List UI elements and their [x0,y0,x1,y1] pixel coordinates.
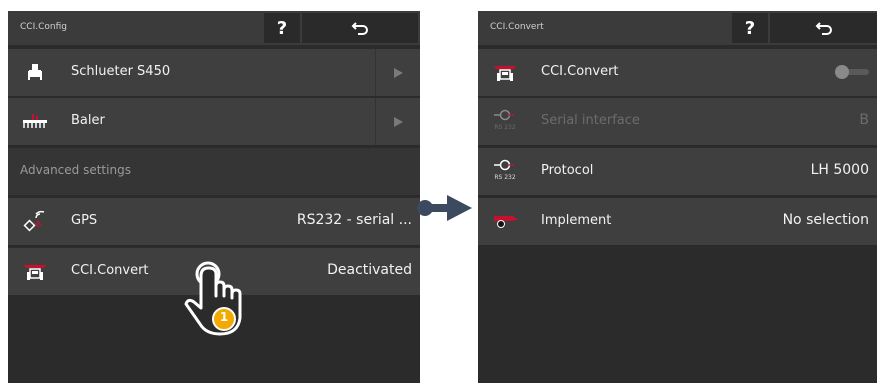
serial-port-icon: RS 232 [492,108,518,134]
list-item-baler[interactable]: Baler [8,98,420,145]
back-button[interactable] [770,13,877,43]
list-item-label: CCI.Convert [71,263,149,278]
section-label: Advanced settings [20,163,131,177]
cci-convert-screen: CCI.Convert ? CCI.Convert RS 232 Serial … [478,11,877,383]
rs232-caption: RS 232 [494,174,516,181]
flow-arrow-icon [416,193,474,223]
list-item-value: LH 5000 [810,162,869,178]
list-item-value: Deactivated [327,262,412,278]
implement-icon [492,208,518,234]
list-item-label: GPS [71,213,98,228]
back-arrow-icon [815,22,832,35]
enable-toggle[interactable] [835,65,869,79]
list-item-label: Serial interface [541,113,640,128]
list-item-label: Schlueter S450 [71,64,171,79]
baler-icon [22,108,48,134]
list-item-protocol[interactable]: RS 232 Protocol LH 5000 [478,148,877,195]
satellite-icon [22,208,48,234]
back-button[interactable] [302,13,418,43]
tap-hand-icon: 1 [180,258,250,340]
list-item-serial-interface: RS 232 Serial interface B [478,98,877,145]
back-arrow-icon [351,22,368,35]
screen-title: CCI.Convert [490,22,544,32]
tractor-front-icon [22,258,48,284]
tractor-front-icon [492,59,518,85]
help-button[interactable]: ? [732,13,768,43]
help-button[interactable]: ? [264,13,300,43]
screen-title: CCI.Config [20,22,67,32]
list-item-label: Baler [71,113,105,128]
list-item-value: RS232 - serial ... [296,212,412,228]
list-item-tractor[interactable]: Schlueter S450 [8,49,420,96]
header-bar: CCI.Convert ? [478,11,877,45]
section-header: Advanced settings [8,148,420,195]
header-bar: CCI.Config ? [8,11,420,45]
chevron-right-icon[interactable] [375,98,420,145]
rs232-caption: RS 232 [494,124,516,131]
list-item-label: Implement [541,213,612,228]
list-item-value: B [859,112,869,128]
list-item-gps[interactable]: GPS RS232 - serial ... [8,198,420,245]
serial-port-icon: RS 232 [492,158,518,184]
list-item-value: No selection [782,212,869,228]
tractor-icon [22,59,48,85]
chevron-right-icon[interactable] [375,49,420,96]
list-item-label: CCI.Convert [541,64,619,79]
list-item-cci-convert-toggle[interactable]: CCI.Convert [478,49,877,96]
list-item-label: Protocol [541,163,594,178]
list-item-implement[interactable]: Implement No selection [478,198,877,245]
step-badge: 1 [219,310,229,324]
